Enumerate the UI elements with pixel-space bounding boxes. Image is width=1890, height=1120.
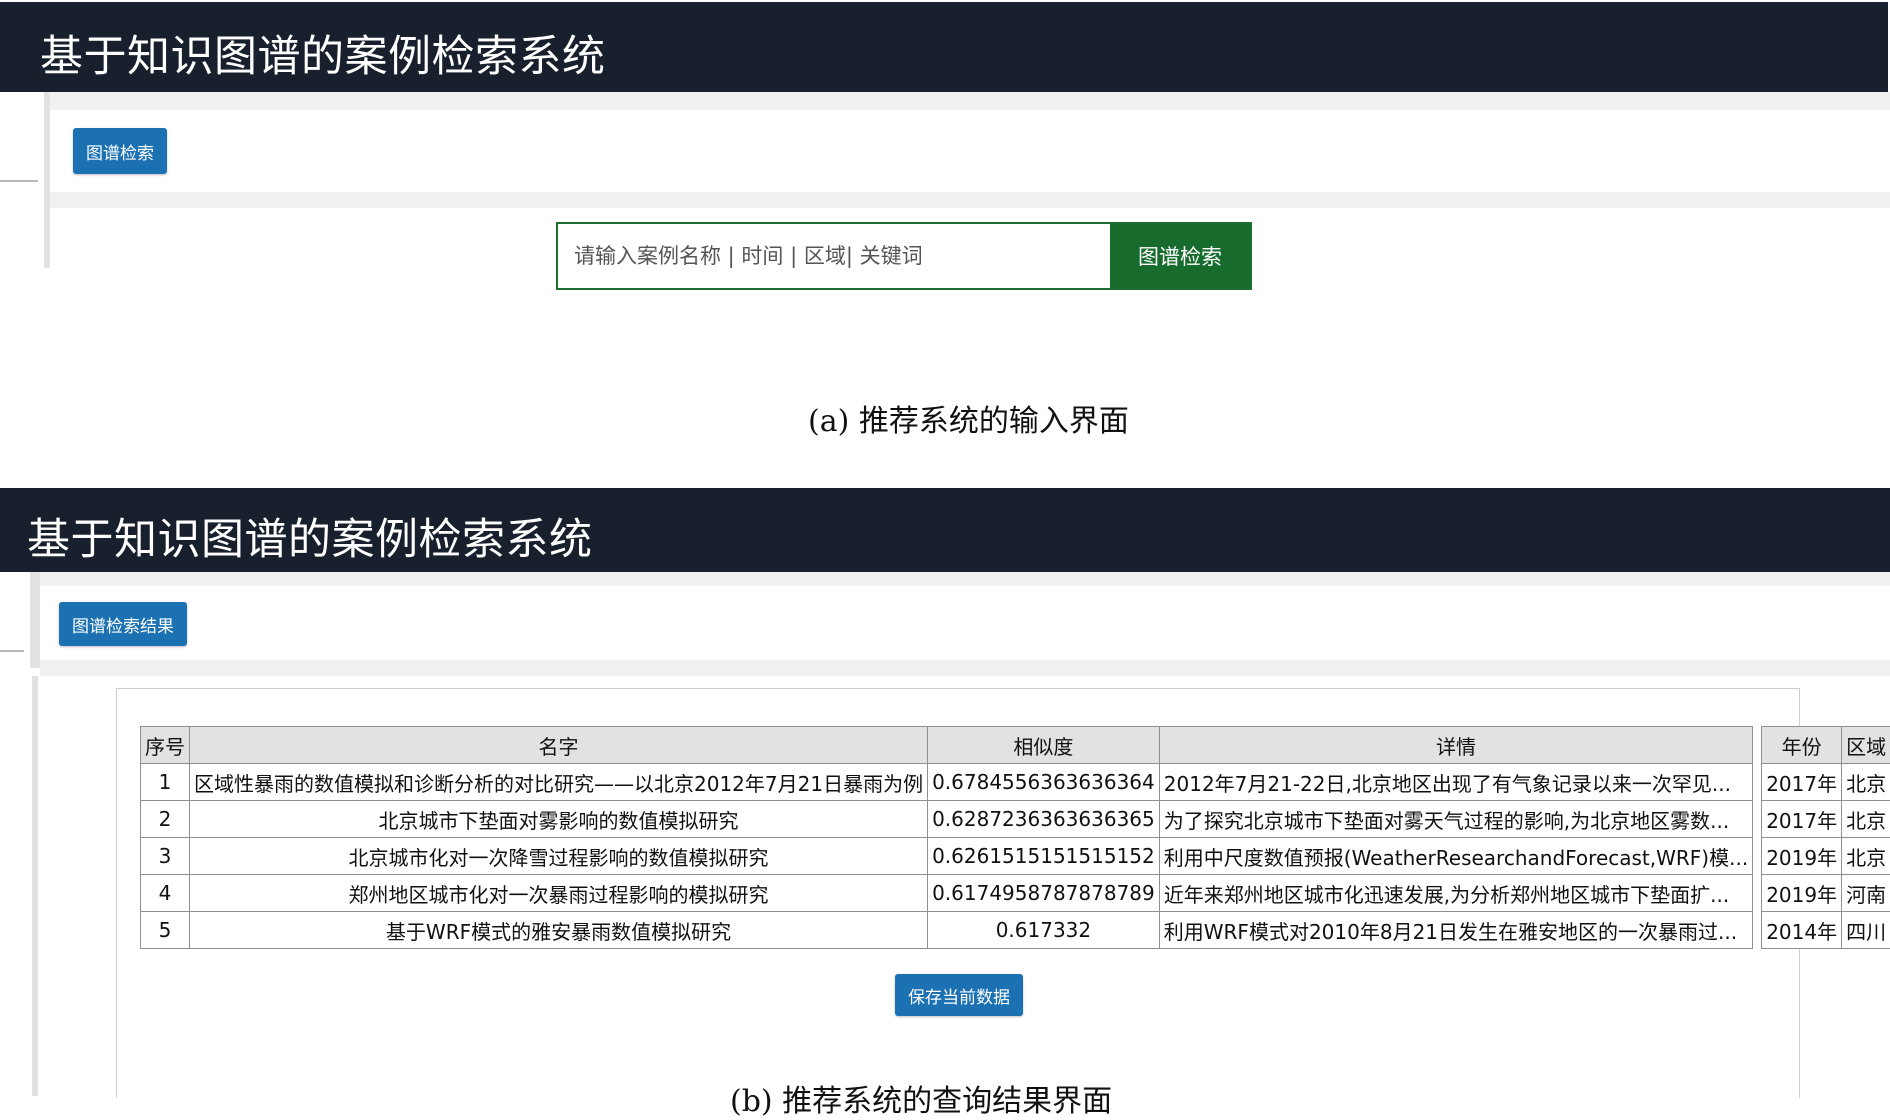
cell-detail[interactable]: 近年来郑州地区城市化迅速发展,为分析郑州地区城市下垫面扩...: [1159, 875, 1752, 912]
column-gap: [1753, 801, 1762, 838]
search-input[interactable]: [558, 224, 1110, 288]
column-gap: [1753, 875, 1762, 912]
cell-detail[interactable]: 2012年7月21-22日,北京地区出现了有气象记录以来一次罕见...: [1159, 764, 1752, 801]
table-row[interactable]: 2 北京城市下垫面对雾影响的数值模拟研究 0.6287236363636365 …: [141, 801, 1890, 838]
divider-strip: [40, 660, 1890, 676]
cell-region: 北京: [1842, 801, 1890, 838]
cell-detail[interactable]: 利用WRF模式对2010年8月21日发生在雅安地区的一次暴雨过...: [1159, 912, 1752, 949]
table-row[interactable]: 4 郑州地区城市化对一次暴雨过程影响的模拟研究 0.61749587878787…: [141, 875, 1890, 912]
graph-search-tab-button[interactable]: 图谱检索: [73, 128, 167, 174]
cell-similarity: 0.6287236363636365: [928, 801, 1160, 838]
sidebar-collapse-handle[interactable]: [0, 650, 24, 652]
app-header-a: 基于知识图谱的案例检索系统: [0, 2, 1888, 92]
divider-strip: [50, 192, 1890, 208]
column-header-detail[interactable]: 详情: [1159, 727, 1752, 764]
app-header-b: 基于知识图谱的案例检索系统: [0, 488, 1890, 572]
cell-region: 北京: [1842, 764, 1890, 801]
column-gap: [1753, 764, 1762, 801]
cell-detail[interactable]: 利用中尺度数值预报(WeatherResearchandForecast,WRF…: [1159, 838, 1752, 875]
cell-region: 北京: [1842, 838, 1890, 875]
column-header-region[interactable]: 区域: [1842, 727, 1890, 764]
cell-name[interactable]: 郑州地区城市化对一次暴雨过程影响的模拟研究: [190, 875, 928, 912]
cell-year: 2017年: [1762, 801, 1842, 838]
cell-year: 2019年: [1762, 875, 1842, 912]
cell-index: 3: [141, 838, 190, 875]
cell-similarity: 0.6174958787878789: [928, 875, 1160, 912]
search-bar: 图谱检索: [556, 222, 1252, 290]
graph-search-results-tab-button[interactable]: 图谱检索结果: [59, 602, 187, 646]
cell-similarity: 0.617332: [928, 912, 1160, 949]
table-header-row: 序号 名字 相似度 详情 年份 区域: [141, 727, 1890, 764]
sidebar-collapse-handle[interactable]: [0, 180, 38, 182]
cell-name[interactable]: 基于WRF模式的雅安暴雨数值模拟研究: [190, 912, 928, 949]
column-header-name[interactable]: 名字: [190, 727, 928, 764]
column-header-index: 序号: [141, 727, 190, 764]
cell-similarity: 0.6784556363636364: [928, 764, 1160, 801]
panel-left-border: [32, 676, 38, 1096]
cell-region: 四川: [1842, 912, 1890, 949]
table-row[interactable]: 3 北京城市化对一次降雪过程影响的数值模拟研究 0.62615151515151…: [141, 838, 1890, 875]
column-gap: [1753, 727, 1762, 764]
cell-index: 2: [141, 801, 190, 838]
caption-a: (a) 推荐系统的输入界面: [808, 396, 1129, 440]
cell-index: 4: [141, 875, 190, 912]
results-table: 序号 名字 相似度 详情 年份 区域 1 区域性暴雨的数值模拟和诊断分析的对比研…: [140, 726, 1890, 949]
cell-name[interactable]: 北京城市化对一次降雪过程影响的数值模拟研究: [190, 838, 928, 875]
app-title: 基于知识图谱的案例检索系统: [40, 22, 606, 84]
panel-left-border: [30, 572, 40, 668]
caption-b: (b) 推荐系统的查询结果界面: [726, 1076, 1116, 1120]
cell-name[interactable]: 北京城市下垫面对雾影响的数值模拟研究: [190, 801, 928, 838]
cell-region: 河南: [1842, 875, 1890, 912]
app-title: 基于知识图谱的案例检索系统: [27, 505, 593, 567]
cell-detail[interactable]: 为了探究北京城市下垫面对雾天气过程的影响,为北京地区雾数...: [1159, 801, 1752, 838]
cell-similarity: 0.6261515151515152: [928, 838, 1160, 875]
cell-name[interactable]: 区域性暴雨的数值模拟和诊断分析的对比研究——以北京2012年7月21日暴雨为例: [190, 764, 928, 801]
cell-year: 2019年: [1762, 838, 1842, 875]
cell-index: 5: [141, 912, 190, 949]
search-button[interactable]: 图谱检索: [1110, 224, 1250, 288]
column-gap: [1753, 838, 1762, 875]
column-header-similarity[interactable]: 相似度: [928, 727, 1160, 764]
table-row[interactable]: 5 基于WRF模式的雅安暴雨数值模拟研究 0.617332 利用WRF模式对20…: [141, 912, 1890, 949]
panel-left-border: [44, 92, 50, 268]
column-header-year[interactable]: 年份: [1762, 727, 1842, 764]
divider-strip: [44, 92, 1890, 110]
cell-year: 2017年: [1762, 764, 1842, 801]
column-gap: [1753, 912, 1762, 949]
divider-strip: [30, 572, 1890, 586]
table-row[interactable]: 1 区域性暴雨的数值模拟和诊断分析的对比研究——以北京2012年7月21日暴雨为…: [141, 764, 1890, 801]
cell-year: 2014年: [1762, 912, 1842, 949]
cell-index: 1: [141, 764, 190, 801]
save-current-data-button[interactable]: 保存当前数据: [895, 974, 1023, 1016]
